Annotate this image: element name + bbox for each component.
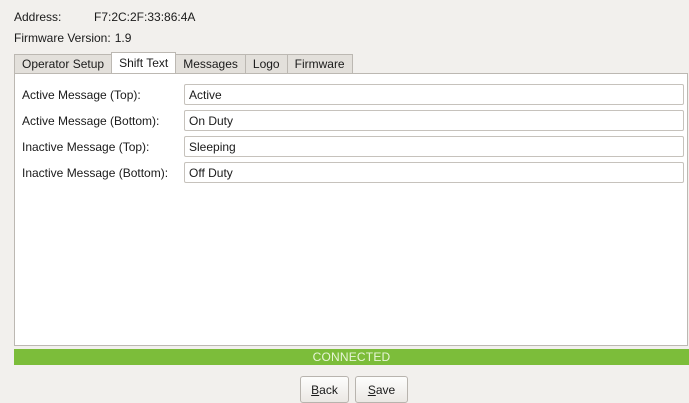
firmware-version-label: Firmware Version: <box>14 31 111 45</box>
inactive-message-bottom-input[interactable] <box>184 162 684 183</box>
active-message-bottom-label: Active Message (Bottom): <box>22 114 160 128</box>
tab-bar: Operator Setup Shift Text Messages Logo … <box>14 52 353 73</box>
address-label: Address: <box>14 10 62 24</box>
tab-messages[interactable]: Messages <box>175 54 246 73</box>
tab-shift-text[interactable]: Shift Text <box>111 52 177 73</box>
inactive-message-top-row: Inactive Message (Top): <box>22 136 684 158</box>
tab-operator-setup[interactable]: Operator Setup <box>14 54 113 73</box>
save-mnemonic: S <box>367 382 376 397</box>
back-button[interactable]: Back <box>300 376 349 403</box>
firmware-version-value: 1.9 <box>114 31 132 45</box>
inactive-message-bottom-label: Inactive Message (Bottom): <box>22 166 169 180</box>
shift-text-panel: Active Message (Top): Active Message (Bo… <box>14 73 688 346</box>
address-value: F7:2C:2F:33:86:4A <box>94 10 196 24</box>
back-label-rest: ack <box>319 382 338 397</box>
save-label-rest: ave <box>375 382 396 397</box>
save-button[interactable]: Save <box>355 376 408 403</box>
active-message-top-label: Active Message (Top): <box>22 88 141 102</box>
active-message-top-input[interactable] <box>184 84 684 105</box>
inactive-message-bottom-row: Inactive Message (Bottom): <box>22 162 684 184</box>
connection-status-bar: CONNECTED <box>14 349 689 365</box>
back-mnemonic: B <box>311 382 320 397</box>
firmware-row: Firmware Version: 1.9 <box>14 31 131 45</box>
active-message-bottom-row: Active Message (Bottom): <box>22 110 684 132</box>
tab-firmware[interactable]: Firmware <box>286 54 353 73</box>
tab-logo[interactable]: Logo <box>244 54 288 73</box>
inactive-message-top-input[interactable] <box>184 136 684 157</box>
inactive-message-top-label: Inactive Message (Top): <box>22 140 150 154</box>
address-row: Address: F7:2C:2F:33:86:4A <box>14 10 195 24</box>
active-message-bottom-input[interactable] <box>184 110 684 131</box>
active-message-top-row: Active Message (Top): <box>22 84 684 106</box>
